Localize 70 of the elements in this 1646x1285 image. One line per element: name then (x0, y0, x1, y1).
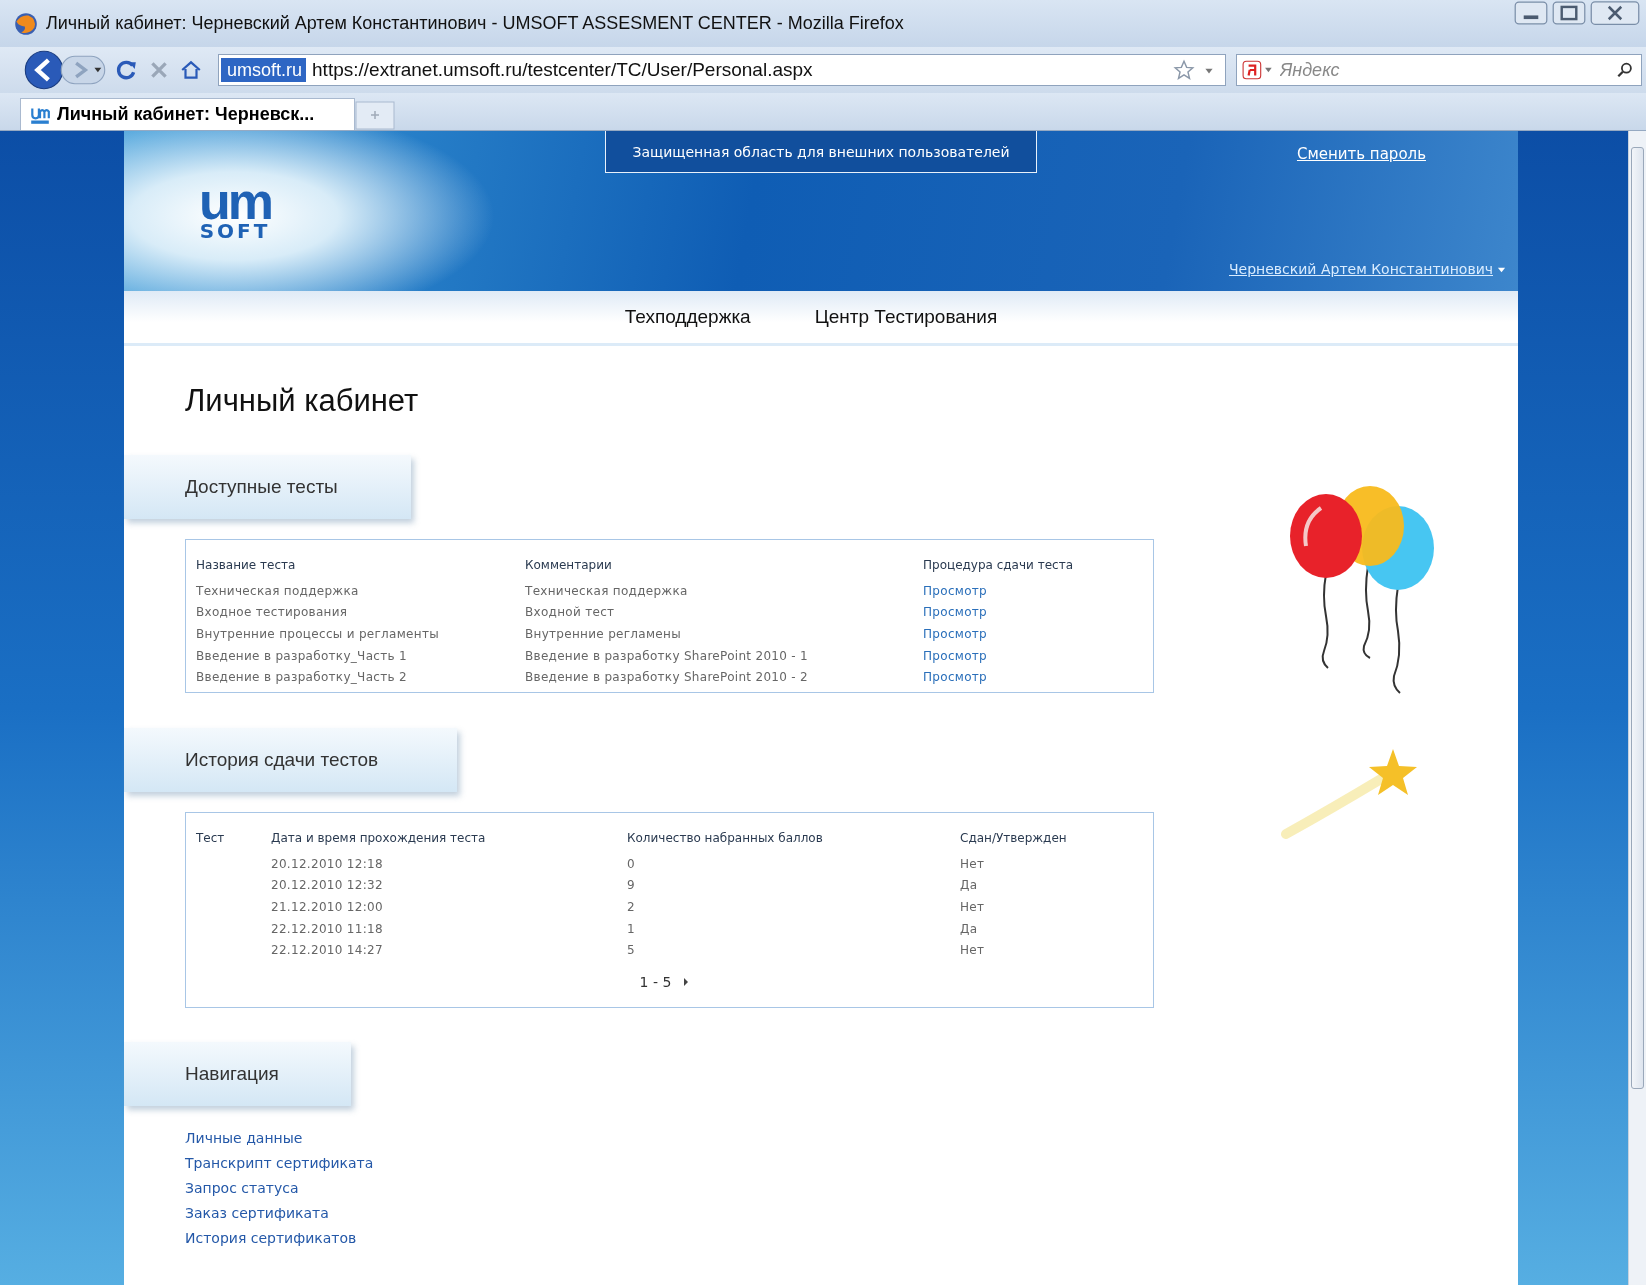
column-header: Дата и время прохождения теста (271, 830, 487, 845)
close-icon[interactable] (1590, 0, 1640, 26)
scrollbar[interactable] (1628, 131, 1646, 1285)
table-cell-text: Введение в разработку SharePoint 2010 - 1 (525, 648, 809, 663)
table-cell-text: 21.12.2010 12:00 (271, 899, 384, 914)
table-cell-text: 22.12.2010 14:27 (271, 943, 384, 958)
section-header: Доступные тесты (124, 455, 411, 519)
menu-item[interactable]: Центр Тестирования (814, 306, 998, 328)
column-header: Сдан/Утвержден (960, 830, 1068, 845)
table-cell-text: Введение в разработку_Часть 2 (196, 670, 408, 685)
table-cell-text: 1 (627, 921, 636, 936)
view-link[interactable]: Просмотр (923, 670, 1153, 685)
browser-tab[interactable]: Личный кабинет: Черневск... (20, 98, 355, 130)
view-link[interactable]: Просмотр (923, 627, 1153, 641)
site-identity-badge[interactable]: umsoft.ru (221, 58, 307, 82)
page-title: Личный кабинет (185, 383, 420, 419)
table-cell-text: Входной тест (525, 605, 616, 620)
navigation-link[interactable]: Личные данные (185, 1129, 1164, 1146)
column-header: Количество набранных баллов (627, 830, 824, 845)
column-header: Название теста (196, 558, 297, 572)
home-icon[interactable] (180, 59, 202, 81)
view-link[interactable]: Просмотр (923, 648, 1153, 663)
view-link[interactable]: Просмотр (923, 605, 1153, 620)
table-cell-text: Нет (960, 943, 986, 958)
table-cell-text: Да (960, 921, 979, 936)
user-menu-link[interactable]: Черневский Артем Константинович (1229, 261, 1493, 277)
search-engine-icon[interactable] (1236, 54, 1276, 86)
navigation-link[interactable]: История сертификатов (185, 1229, 1164, 1246)
table-cell-text: 2 (627, 899, 636, 914)
search-field[interactable]: Яндекс (1276, 54, 1614, 86)
star-icon[interactable] (1173, 59, 1195, 81)
column-header: Процедура сдачи теста (923, 558, 1074, 572)
maximize-icon[interactable] (1552, 0, 1586, 26)
table-cell-text: 9 (627, 878, 636, 893)
table-cell-text: Внутренние регламены (525, 627, 682, 641)
column-header: Комментарии (525, 558, 613, 572)
table-cell-text: Внутренние процессы и регламенты (196, 627, 440, 641)
forward-icon[interactable] (60, 54, 106, 86)
address-field[interactable]: umsoft.ru https://extranet.umsoft.ru/testcenter/TC/User/Personal.aspx (218, 54, 1226, 86)
window-title: Личный кабинет: Черневский Артем Константинович - UMSOFT ASSESMENT CENTER - Mozilla Firefox (46, 13, 905, 34)
menu-item[interactable]: Техподдержка (624, 306, 751, 328)
change-password-link[interactable]: Сменить пароль (1296, 145, 1426, 163)
table-cell-text: Нет (960, 899, 986, 914)
logo-word: SOFT (199, 221, 271, 241)
table-cell-text: 0 (627, 856, 636, 871)
view-link[interactable]: Просмотр (923, 583, 1153, 598)
column-header: Тест (196, 830, 226, 845)
table-cell-text: Да (960, 878, 979, 893)
table-cell-text: 20.12.2010 12:32 (271, 878, 384, 893)
table-cell-text: 5 (627, 943, 636, 958)
table-cell-text: Введение в разработку_Часть 1 (196, 648, 408, 663)
navigation-link[interactable]: Запрос статуса (185, 1179, 1164, 1196)
section-header: Навигация (124, 1041, 351, 1106)
page-range: 1 - 5 (639, 973, 672, 990)
table-cell-text: Техническая поддержка (196, 583, 360, 598)
table-cell-text: Нет (960, 856, 986, 871)
table-cell-text: 20.12.2010 12:18 (271, 856, 384, 871)
secure-area-label: Защищенная область для внешних пользователей (605, 131, 1037, 173)
table-cell-text: Техническая поддержка (525, 583, 689, 598)
table-cell-text: 22.12.2010 11:18 (271, 921, 384, 936)
navigation-link[interactable]: Транскрипт сертификата (185, 1154, 1164, 1171)
search-icon[interactable] (1614, 54, 1642, 86)
logo-mark: um (199, 181, 271, 221)
table-cell-text: Входное тестирования (196, 605, 349, 620)
minimize-icon[interactable] (1514, 0, 1548, 26)
next-page-icon[interactable] (683, 977, 690, 986)
reload-icon[interactable] (116, 59, 138, 81)
navigation-link[interactable]: Заказ сертификата (185, 1204, 1164, 1221)
section-header: История сдачи тестов (124, 727, 457, 792)
table-cell-text: Введение в разработку SharePoint 2010 - 2 (525, 670, 809, 685)
